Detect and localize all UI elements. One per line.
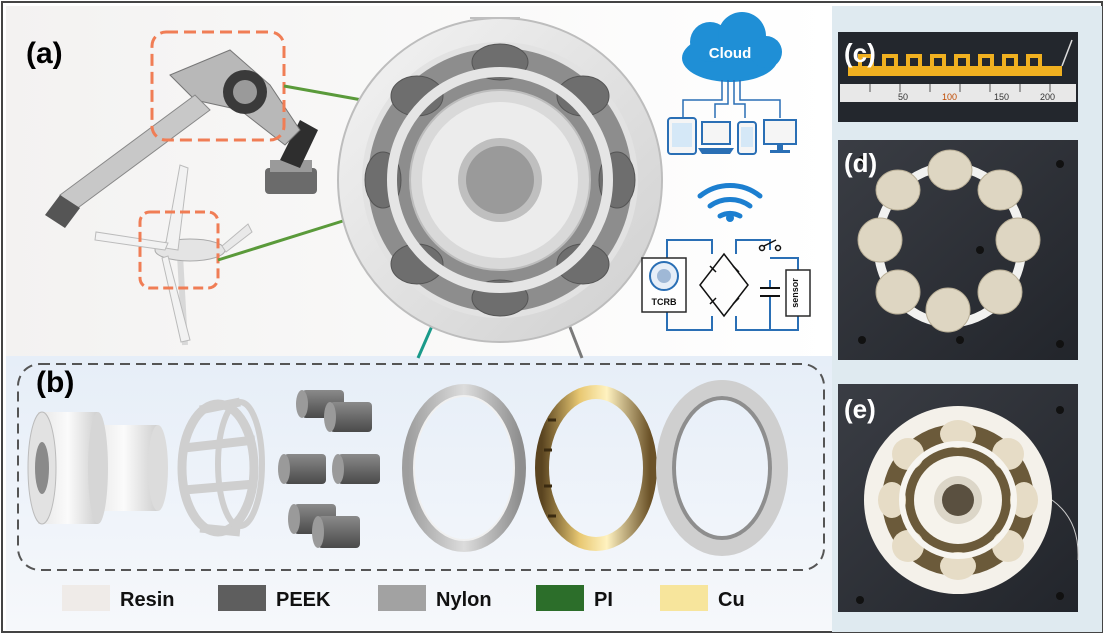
sensor-label: sensor [790, 278, 800, 308]
legend-label-pi: PI [594, 589, 613, 611]
inner-ring-part [27, 411, 168, 525]
phone-icon [737, 121, 757, 155]
panel-label-d: (d) [844, 148, 877, 178]
legend-label-resin: Resin [120, 589, 174, 611]
ruler-tick-100: 100 [942, 92, 957, 102]
panel-label-c: (c) [844, 38, 876, 68]
panel-label-a: (a) [26, 37, 63, 70]
panel-label-e: (e) [844, 394, 876, 424]
sensor-load: sensor [785, 269, 811, 317]
figure-canvas: (a) Cloud TCRB sensor (b) Resin PEEK Nyl… [1, 1, 1103, 633]
tcrb-label: TCRB [652, 297, 677, 307]
bearing-render [337, 17, 663, 343]
legend-label-nylon: Nylon [436, 589, 492, 611]
legend-swatch-pi [536, 585, 584, 611]
legend-swatch-resin [62, 585, 110, 611]
tablet-icon [667, 117, 697, 155]
legend-swatch-peek [218, 585, 266, 611]
laptop-icon [698, 121, 734, 154]
legend-swatch-cu [660, 585, 708, 611]
ruler-tick-150: 150 [994, 92, 1009, 102]
panel-label-b: (b) [36, 366, 74, 399]
legend-label-cu: Cu [718, 589, 745, 611]
legend-label-peek: PEEK [276, 589, 331, 611]
ruler-tick-50: 50 [898, 92, 908, 102]
tcrb-generator: TCRB [641, 257, 687, 313]
legend-swatch-nylon [378, 585, 426, 611]
cloud-label: Cloud [709, 45, 752, 62]
ruler-tick-200: 200 [1040, 92, 1055, 102]
